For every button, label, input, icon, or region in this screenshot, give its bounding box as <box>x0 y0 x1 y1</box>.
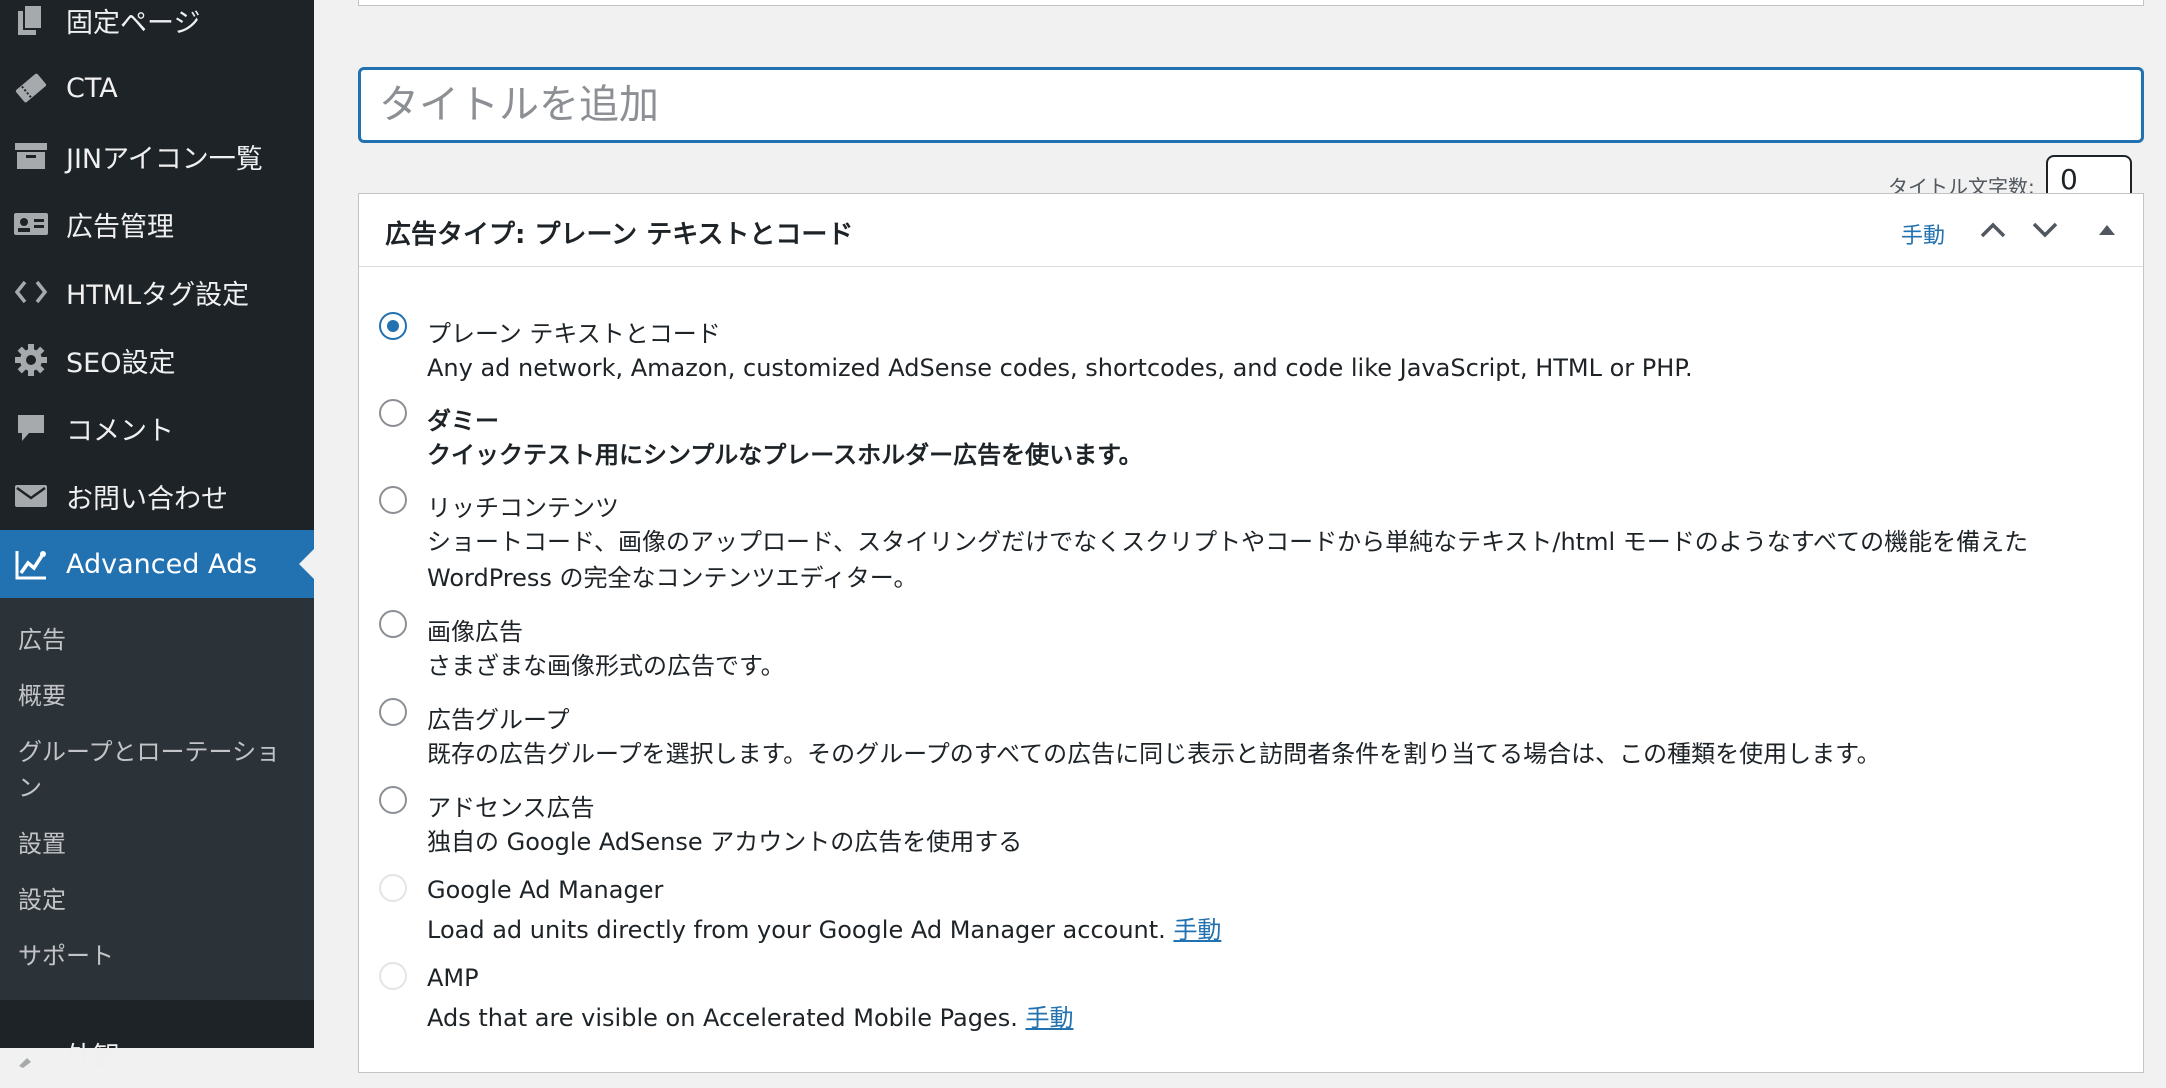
sidebar-item-cta[interactable]: CTA <box>0 54 314 122</box>
ad-type-metabox: 広告タイプ: プレーン テキストとコード 手動 プレーン テキストとコード An… <box>358 193 2144 1073</box>
option-description: Load ad units directly from your Google … <box>427 912 2127 948</box>
sidebar-item-contact[interactable]: お問い合わせ <box>0 462 314 530</box>
advanced-ads-submenu: 広告 概要 グループとローテーション 設置 設定 サポート <box>0 598 314 1000</box>
mail-icon <box>13 478 49 514</box>
radio-group[interactable] <box>379 698 407 726</box>
sidebar-item-seo[interactable]: SEO設定 <box>0 326 314 394</box>
radio-image[interactable] <box>379 610 407 638</box>
page-icon <box>13 2 49 38</box>
submenu-item-groups[interactable]: グループとローテーション <box>18 734 298 806</box>
sidebar-item-label: 広告管理 <box>66 211 174 243</box>
gear-icon <box>13 342 49 378</box>
option-description: さまざまな画像形式の広告です。 <box>427 652 785 680</box>
sidebar-item-advanced-ads[interactable]: Advanced Ads <box>0 530 314 598</box>
radio-dummy[interactable] <box>379 399 407 427</box>
brush-icon <box>13 1036 49 1072</box>
sidebar-item-label: 外観 <box>66 1041 120 1073</box>
option-description-text: Ads that are visible on Accelerated Mobi… <box>427 1004 1018 1032</box>
sidebar-item-label: JINアイコン一覧 <box>66 143 263 175</box>
option-label: リッチコンテンツ <box>427 494 619 522</box>
collapse-toggle-icon[interactable] <box>2089 212 2125 248</box>
option-description: 既存の広告グループを選択します。そのグループのすべての広告に同じ表示と訪問者条件… <box>427 740 1881 768</box>
radio-rich-content[interactable] <box>379 486 407 514</box>
id-card-icon <box>13 206 49 242</box>
sidebar-item-comments[interactable]: コメント <box>0 394 314 462</box>
option-description-text: Load ad units directly from your Google … <box>427 916 1166 944</box>
gam-manual-link[interactable]: 手動 <box>1173 916 1221 944</box>
option-label: 画像広告 <box>427 618 523 646</box>
move-up-icon[interactable] <box>1975 212 2011 248</box>
radio-amp <box>379 962 407 990</box>
comment-icon <box>13 410 49 446</box>
option-label: ダミー <box>427 407 499 435</box>
submenu-item-support[interactable]: サポート <box>18 938 298 974</box>
sidebar-item-label: コメント <box>66 415 174 447</box>
sidebar-item-label: SEO設定 <box>66 347 176 379</box>
chart-icon <box>13 546 49 582</box>
option-description: Ads that are visible on Accelerated Mobi… <box>427 1000 2127 1036</box>
sidebar-item-pages[interactable]: 固定ページ <box>0 0 314 54</box>
admin-sidebar: 固定ページ CTA JINアイコン一覧 広告管理 HTMLタグ設定 SEO設定 <box>0 0 314 1073</box>
sidebar-item-jin-icons[interactable]: JINアイコン一覧 <box>0 122 314 190</box>
option-description: Any ad network, Amazon, customized AdSen… <box>427 354 1693 382</box>
radio-gam <box>379 874 407 902</box>
submenu-item-ads[interactable]: 広告 <box>18 622 298 658</box>
move-down-icon[interactable] <box>2027 212 2063 248</box>
sidebar-item-ad-management[interactable]: 広告管理 <box>0 190 314 258</box>
title-input[interactable] <box>358 67 2144 143</box>
amp-manual-link[interactable]: 手動 <box>1025 1004 1073 1032</box>
sidebar-item-label: Advanced Ads <box>66 548 258 580</box>
option-description: 独自の Google AdSense アカウントの広告を使用する <box>427 828 1023 856</box>
submenu-item-placements[interactable]: 設置 <box>18 826 298 862</box>
sidebar-item-label: 固定ページ <box>66 7 201 39</box>
archive-icon <box>13 138 49 174</box>
metabox-header: 広告タイプ: プレーン テキストとコード 手動 <box>359 194 2143 267</box>
radio-plain[interactable] <box>379 312 407 340</box>
previous-metabox <box>358 0 2144 6</box>
option-label: アドセンス広告 <box>427 794 595 822</box>
option-description: クイックテスト用にシンプルなプレースホルダー広告を使います。 <box>427 441 1143 469</box>
option-label: 広告グループ <box>427 706 570 734</box>
sidebar-item-label: HTMLタグ設定 <box>66 279 250 311</box>
sidebar-item-appearance[interactable]: 外観 <box>0 1020 314 1088</box>
sidebar-item-html-tags[interactable]: HTMLタグ設定 <box>0 258 314 326</box>
sidebar-item-label: お問い合わせ <box>66 483 228 515</box>
submenu-item-settings[interactable]: 設定 <box>18 882 298 918</box>
code-icon <box>13 274 49 310</box>
option-label: AMP <box>427 964 479 992</box>
submenu-item-overview[interactable]: 概要 <box>18 678 298 714</box>
option-description: ショートコード、画像のアップロード、スタイリングだけでなくスクリプトやコードから… <box>427 528 2029 592</box>
option-label: Google Ad Manager <box>427 876 664 904</box>
radio-adsense[interactable] <box>379 786 407 814</box>
option-label: プレーン テキストとコード <box>427 320 721 348</box>
manual-link[interactable]: 手動 <box>1901 218 1945 250</box>
sidebar-item-label: CTA <box>66 72 118 104</box>
metabox-title: 広告タイプ: プレーン テキストとコード <box>385 220 854 250</box>
ticket-icon <box>13 70 49 106</box>
